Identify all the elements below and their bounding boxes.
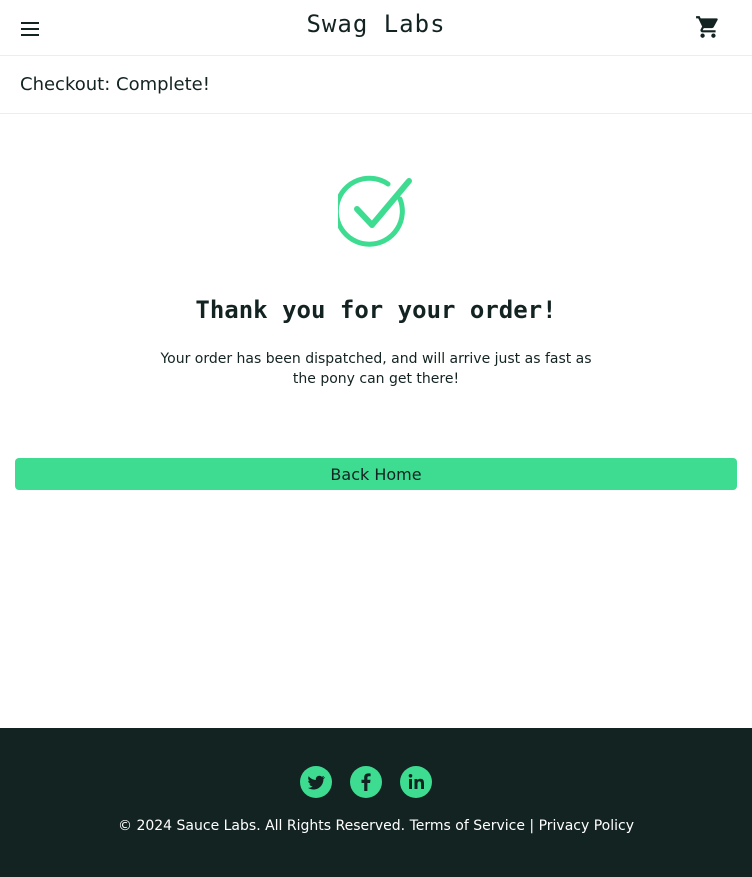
back-home-button[interactable]: Back Home bbox=[15, 458, 737, 490]
checkout-complete-page: Swag Labs Checkout: Complete! Thank you … bbox=[0, 0, 752, 877]
terms-of-service-link[interactable]: Terms of Service bbox=[410, 818, 525, 834]
complete-text: Your order has been dispatched, and will… bbox=[160, 351, 592, 387]
copyright-text: © 2024 Sauce Labs. All Rights Reserved. bbox=[118, 818, 406, 834]
checkmark-circle-icon bbox=[333, 175, 414, 247]
footer: © 2024 Sauce Labs. All Rights Reserved. … bbox=[0, 728, 752, 877]
twitter-icon bbox=[308, 775, 326, 790]
secondary-header: Checkout: Complete! bbox=[0, 57, 752, 114]
twitter-link[interactable] bbox=[300, 766, 332, 798]
primary-header: Swag Labs bbox=[0, 0, 752, 56]
complete-header: Thank you for your order! bbox=[195, 296, 557, 324]
facebook-icon bbox=[361, 773, 371, 791]
page-title: Checkout: Complete! bbox=[20, 74, 210, 95]
shopping-cart-icon bbox=[696, 16, 718, 38]
linkedin-icon bbox=[408, 774, 424, 789]
facebook-link[interactable] bbox=[350, 766, 382, 798]
footer-copy: © 2024 Sauce Labs. All Rights Reserved. … bbox=[0, 818, 752, 834]
privacy-policy-link[interactable]: Privacy Policy bbox=[539, 818, 634, 834]
shopping-cart-button[interactable] bbox=[695, 14, 721, 40]
footer-separator: | bbox=[529, 818, 535, 834]
app-logo: Swag Labs bbox=[306, 10, 446, 38]
linkedin-link[interactable] bbox=[400, 766, 432, 798]
